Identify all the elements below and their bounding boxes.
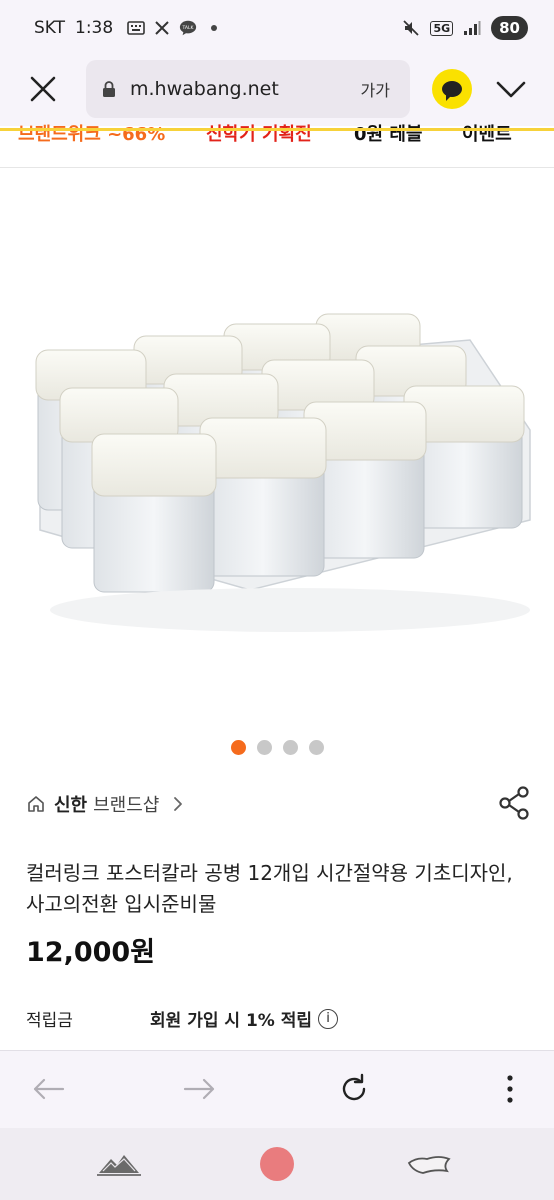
home-button[interactable] [252, 1146, 302, 1182]
category-brandweek[interactable]: 브랜드위크 ~66% [18, 120, 165, 146]
header-divider [0, 128, 554, 131]
close-button[interactable] [28, 74, 58, 104]
points-row: 적립금 회원 가입 시 1% 적립 i [26, 1006, 536, 1031]
carousel-dot[interactable] [282, 740, 298, 755]
category-new-semester[interactable]: 신학기 기획전 [206, 120, 312, 146]
status-bar: SKT 1:38 TALK 5G 80 [0, 0, 554, 56]
back-nav-button[interactable] [404, 1146, 454, 1182]
url-text: m.hwabang.net [130, 78, 279, 100]
back-button[interactable] [30, 1071, 66, 1107]
lock-icon [100, 80, 118, 98]
network-label: 5G [430, 20, 454, 36]
text-size-button[interactable]: 가가 [361, 77, 390, 101]
kakaotalk-icon: TALK [179, 19, 197, 37]
dot-icon [205, 19, 223, 37]
points-value: 회원 가입 시 1% 적립 i [150, 1006, 339, 1031]
share-icon[interactable] [498, 786, 530, 820]
arrow-left-icon [33, 1078, 65, 1100]
x-icon [153, 19, 171, 37]
expand-menu-button[interactable] [494, 74, 528, 104]
carousel-dot[interactable] [308, 740, 324, 755]
brand-name[interactable]: 신한 [54, 791, 87, 817]
notification-icons: TALK [127, 19, 223, 37]
chat-bubble-icon [442, 81, 462, 101]
status-time: 1:38 [75, 18, 114, 38]
chevron-right-icon[interactable] [171, 796, 185, 812]
carousel-dot[interactable] [256, 740, 272, 755]
mountain-icon [97, 1155, 141, 1176]
carousel-indicator [0, 740, 554, 755]
scroll-back-icon [407, 1156, 451, 1174]
signal-icon [463, 19, 481, 37]
brand-shop-label[interactable]: 브랜드샵 [93, 791, 159, 817]
points-label: 적립금 [26, 1011, 73, 1031]
category-zero-won[interactable]: 0원 테블 [354, 120, 422, 146]
brand-row: 신한 브랜드샵 [26, 786, 530, 822]
browser-toolbar [0, 1050, 554, 1128]
close-icon [30, 76, 56, 102]
reload-button[interactable] [336, 1071, 372, 1107]
points-value-text: 회원 가입 시 1% 적립 [150, 1011, 313, 1031]
forward-button[interactable] [182, 1071, 218, 1107]
system-nav-bar [0, 1128, 554, 1200]
product-price: 12,000원 [26, 937, 156, 968]
more-menu-button[interactable] [492, 1071, 528, 1107]
url-field[interactable]: m.hwabang.net 가가 [86, 60, 410, 118]
kakao-talk-button[interactable] [432, 69, 472, 109]
carousel-dot[interactable] [230, 740, 246, 755]
category-nav: 브랜드위크 ~66% 신학기 기획전 0원 테블 이벤트 [0, 116, 554, 168]
arrow-right-icon [183, 1078, 215, 1100]
more-vertical-icon [507, 1075, 513, 1103]
keyboard-icon [127, 19, 146, 37]
battery-badge: 80 [491, 16, 528, 40]
mute-icon [402, 19, 420, 37]
chevron-down-icon [496, 81, 526, 98]
product-image[interactable] [0, 170, 554, 730]
carrier-label: SKT [34, 18, 66, 38]
home-icon [26, 794, 46, 814]
refresh-icon [342, 1073, 366, 1101]
home-circle-icon [260, 1147, 294, 1181]
recent-apps-button[interactable] [94, 1146, 144, 1182]
info-icon[interactable]: i [318, 1008, 339, 1029]
status-right: 5G 80 [402, 16, 528, 40]
paint-container-set-image [35, 313, 531, 632]
svg-text:TALK: TALK [182, 25, 195, 31]
category-event[interactable]: 이벤트 [462, 120, 512, 146]
product-title: 컬러링크 포스터칼라 공병 12개입 시간절약용 기초디자인, 사고의전환 입시… [26, 861, 513, 916]
status-left: SKT 1:38 TALK [34, 18, 223, 38]
